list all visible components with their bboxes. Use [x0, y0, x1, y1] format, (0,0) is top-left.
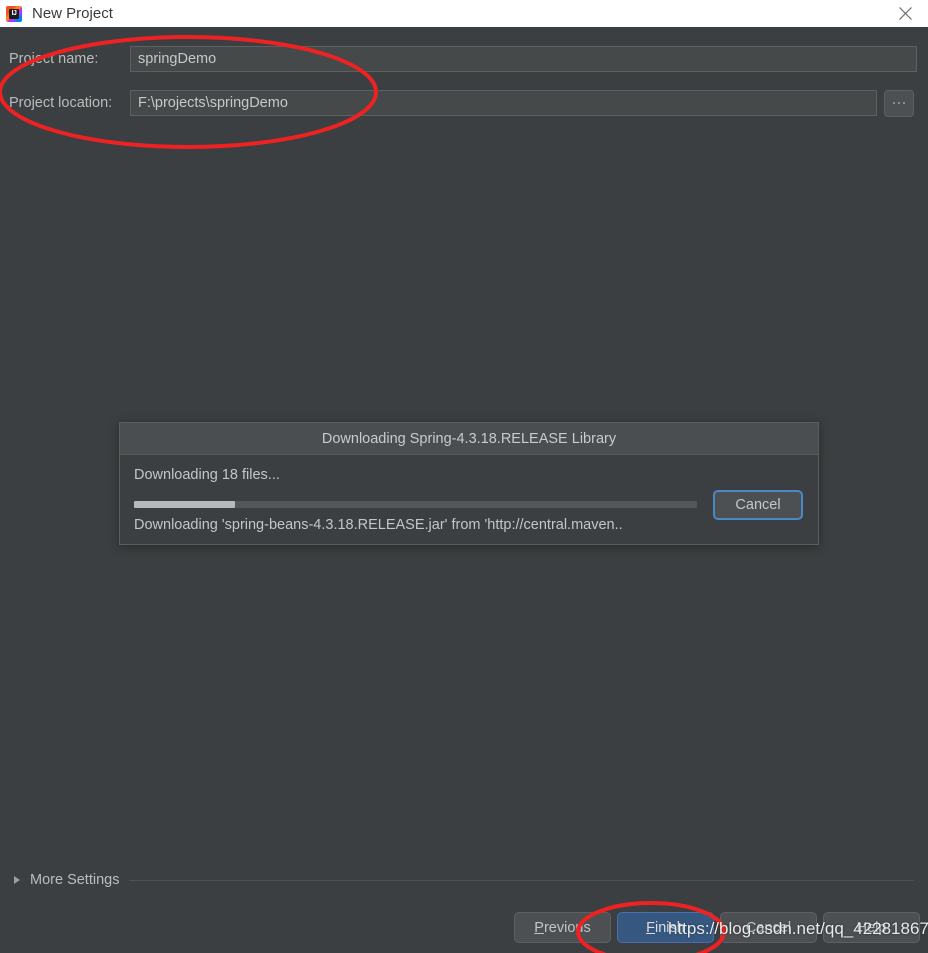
ellipsis-icon — [902, 101, 906, 105]
project-name-input[interactable] — [130, 46, 917, 72]
close-icon[interactable] — [882, 0, 928, 27]
download-progress-fill — [134, 501, 236, 508]
project-location-row: Project location: — [0, 89, 914, 117]
project-location-label: Project location: — [9, 95, 113, 111]
previous-button-label: Previous — [534, 919, 591, 936]
download-progress-dialog: Downloading Spring-4.3.18.RELEASE Librar… — [119, 422, 819, 545]
project-name-row: Project name: — [0, 45, 917, 73]
project-name-label: Project name: — [9, 51, 99, 67]
new-project-dialog: Project name: Project location: Download… — [0, 27, 928, 953]
more-settings-divider — [129, 879, 914, 881]
intellij-idea-icon: IJ — [6, 5, 22, 22]
more-settings-section[interactable]: More Settings — [14, 872, 914, 888]
download-progress-bar — [134, 501, 697, 508]
ellipsis-icon — [892, 101, 896, 105]
previous-button[interactable]: Previous — [514, 912, 611, 943]
browse-folder-button[interactable] — [884, 89, 914, 117]
download-detail-text: Downloading 'spring-beans-4.3.18.RELEASE… — [134, 517, 623, 533]
ellipsis-icon — [897, 101, 901, 105]
chevron-right-icon — [14, 876, 20, 884]
more-settings-label: More Settings — [30, 872, 120, 888]
window-title: New Project — [32, 5, 113, 22]
watermark-url: https://blog.csdn.net/qq_42281867 — [668, 919, 928, 938]
download-status-text: Downloading 18 files... — [134, 467, 280, 483]
project-location-input[interactable] — [130, 90, 877, 116]
window-titlebar: IJ New Project — [0, 0, 928, 27]
download-progress-content: Downloading 18 files... Downloading 'spr… — [120, 455, 818, 544]
download-cancel-button[interactable]: Cancel — [713, 490, 803, 520]
download-progress-title: Downloading Spring-4.3.18.RELEASE Librar… — [120, 423, 818, 455]
